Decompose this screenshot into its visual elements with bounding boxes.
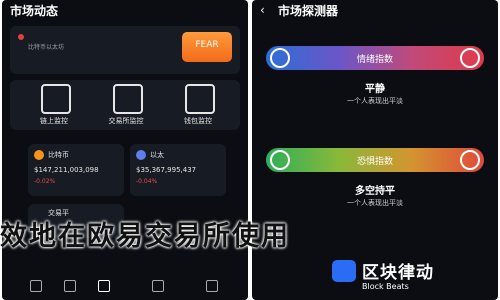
coin-card-btc[interactable]: 比特币 $147,211,003,098 -0.02% — [28, 144, 124, 196]
news-tab-icon[interactable] — [152, 280, 164, 292]
angry-face-icon — [460, 48, 480, 68]
coin-amount: $35,367,995,437 — [136, 166, 197, 174]
mood-value: 平静 — [365, 84, 385, 95]
action-chain-label: 链上监控 — [40, 117, 68, 125]
fear-sub: 一个人表现出平淡 — [347, 199, 403, 207]
profile-tab-icon[interactable] — [206, 280, 218, 292]
bitcoin-icon — [34, 150, 44, 160]
bottom-tabbar — [2, 270, 248, 300]
coin-change: -0.02% — [34, 178, 56, 185]
chain-monitor-icon — [41, 84, 71, 114]
blockbeats-logo-icon — [332, 260, 356, 282]
brand-name: 区块律动 — [362, 263, 434, 283]
coin-change: -0.04% — [136, 178, 158, 185]
right-screenshot: ‹ 市场探测器 情绪指数 平静 一个人表现出平淡 恐惧指数 多空持平 一个人表现… — [252, 0, 498, 300]
center-tab-icon[interactable] — [98, 280, 110, 292]
fear-badge[interactable]: FEAR — [182, 32, 232, 62]
monitor-panel: 链上监控 交易所监控 钱包监控 — [10, 80, 240, 130]
left-title: 市场动态 — [10, 4, 59, 18]
sad-face-icon — [460, 150, 480, 170]
market-tab-icon[interactable] — [64, 280, 76, 292]
coin-amount: $147,211,003,098 — [34, 166, 99, 174]
blockbeats-watermark: 区块律动 Block Beats — [332, 258, 498, 298]
mood-gauge-name: 情绪指数 — [356, 55, 393, 65]
right-title: 市场探测器 — [278, 4, 339, 18]
sentiment-card[interactable]: 比特币以太坊 FEAR — [10, 26, 240, 74]
fear-gauge-name: 恐惧指数 — [356, 157, 393, 167]
coin-name: 以太 — [150, 151, 164, 159]
action-exchange[interactable]: 交易所监控 — [96, 84, 156, 128]
action-exchange-label: 交易所监控 — [108, 117, 144, 125]
left-screenshot: 市场动态 比特币以太坊 FEAR 链上监控 交易所监控 钱包监控 比特币 $14… — [2, 0, 248, 300]
overlay-caption: 效地在欧易交易所使用 — [0, 221, 290, 252]
ethereum-icon — [136, 150, 146, 160]
coin-name: 比特币 — [48, 151, 69, 159]
action-wallet-label: 钱包监控 — [184, 117, 212, 125]
fear-gauge[interactable]: 恐惧指数 — [266, 148, 484, 172]
action-chain[interactable]: 链上监控 — [24, 84, 84, 128]
coin-card-eth[interactable]: 以太 $35,367,995,437 -0.04% — [130, 144, 226, 196]
mood-sub: 一个人表现出平淡 — [347, 97, 403, 105]
fear-value: 多空持平 — [355, 186, 395, 197]
wallet-monitor-icon — [185, 84, 215, 114]
mood-gauge[interactable]: 情绪指数 — [266, 46, 484, 70]
fear-label: FEAR — [195, 40, 219, 50]
red-dot-icon — [18, 34, 24, 40]
brand-en: Block Beats — [362, 282, 409, 291]
sentiment-subtitle: 比特币以太坊 — [28, 44, 65, 51]
home-tab-icon[interactable] — [30, 280, 42, 292]
back-icon[interactable]: ‹ — [260, 3, 265, 17]
exchange-monitor-icon — [113, 84, 143, 114]
action-wallet[interactable]: 钱包监控 — [168, 84, 228, 128]
